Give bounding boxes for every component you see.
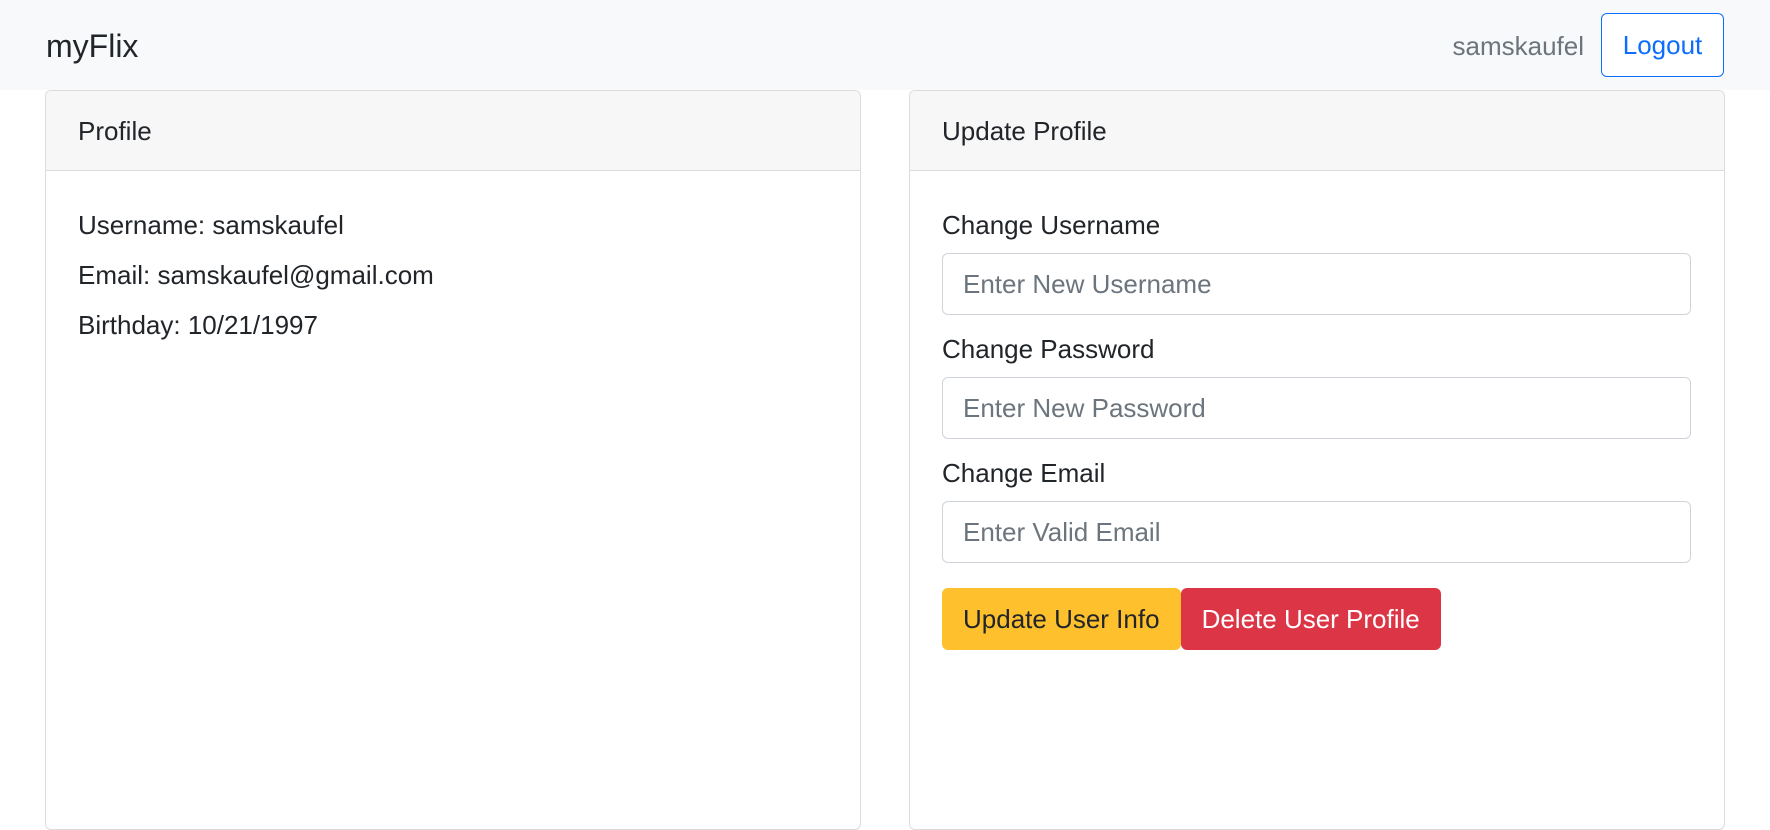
update-profile-form: Change Username Change Password Change E… [910, 171, 1724, 650]
brand-link[interactable]: myFlix [46, 27, 138, 65]
profile-username: Username: samskaufel [78, 210, 344, 240]
email-label: Change Email [942, 458, 1106, 488]
update-profile-card: Update Profile Change Username Change Pa… [909, 90, 1725, 830]
profile-card-body: Username: samskaufel Email: samskaufel@g… [46, 171, 860, 341]
nav-username: samskaufel [1452, 31, 1585, 61]
username-label: Change Username [942, 210, 1161, 240]
profile-card-header: Profile [46, 91, 860, 171]
profile-birthday: Birthday: 10/21/1997 [78, 310, 318, 340]
navbar: myFlix samskaufel Logout [0, 0, 1770, 90]
logout-button[interactable]: Logout [1601, 13, 1724, 77]
update-profile-card-header: Update Profile [910, 91, 1724, 171]
profile-card: Profile Username: samskaufel Email: sams… [45, 90, 861, 830]
delete-user-profile-button[interactable]: Delete User Profile [1180, 588, 1441, 650]
form-actions: Update User Info Delete User Profile [942, 588, 1692, 650]
email-group: Change Email [942, 457, 1692, 563]
username-input[interactable] [942, 253, 1691, 315]
password-label: Change Password [942, 334, 1155, 364]
update-user-info-button[interactable]: Update User Info [942, 588, 1181, 650]
password-group: Change Password [942, 333, 1692, 439]
profile-email: Email: samskaufel@gmail.com [78, 260, 434, 290]
email-input[interactable] [942, 501, 1691, 563]
password-input[interactable] [942, 377, 1691, 439]
username-group: Change Username [942, 209, 1692, 315]
